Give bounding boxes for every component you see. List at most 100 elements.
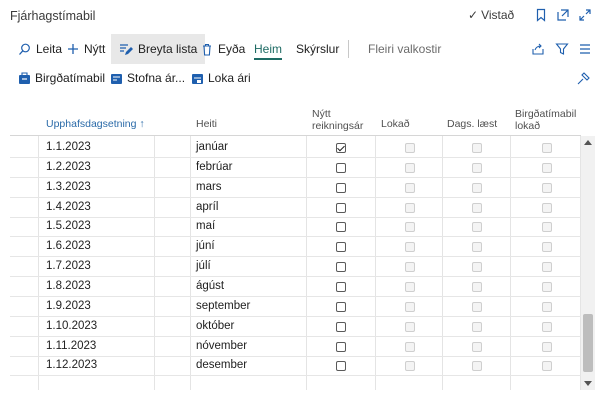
filter-icon[interactable] (555, 42, 569, 56)
name-cell[interactable]: mars (196, 181, 222, 193)
column-header-start-date[interactable]: Upphafsdagsetning ↑ (46, 118, 145, 130)
reports-label: Skýrslur (296, 42, 340, 56)
action-bar: Leita Nýtt Breyta lista Eyða Heim Skýrsl… (0, 34, 602, 64)
scroll-up-icon[interactable] (584, 140, 592, 145)
column-header-date-locked[interactable]: Dags. læst (447, 118, 497, 130)
saved-status: ✓ Vistað (468, 8, 514, 22)
table-row[interactable]: 1.5.2023 maí (10, 217, 581, 238)
column-header-new-fiscal-year-line2[interactable]: reikningsár (312, 120, 363, 132)
table-row[interactable]: 1.1.2023 janúar (10, 138, 581, 158)
table-row[interactable]: 1.12.2023 desember (10, 356, 581, 377)
tab-reports[interactable]: Skýrslur (296, 34, 339, 64)
name-cell[interactable]: desember (196, 359, 247, 371)
scroll-down-icon[interactable] (584, 381, 592, 386)
inventory-icon (19, 71, 30, 84)
name-cell[interactable]: maí (196, 220, 215, 232)
bookmark-icon[interactable] (534, 8, 548, 22)
new-fiscal-year-checkbox[interactable] (336, 301, 346, 312)
edit-list-label: Breyta lista (138, 42, 198, 56)
create-year-button[interactable]: Stofna ár... (110, 71, 185, 85)
new-button[interactable]: Nýtt (67, 34, 105, 64)
closed-checkbox (405, 341, 415, 352)
name-cell[interactable]: apríl (196, 201, 218, 213)
table-row[interactable]: 1.6.2023 júní (10, 237, 581, 258)
start-date-cell[interactable]: 1.8.2023 (46, 280, 91, 292)
new-fiscal-year-checkbox[interactable] (336, 321, 346, 332)
new-fiscal-year-checkbox[interactable] (336, 222, 346, 233)
start-date-cell[interactable]: 1.5.2023 (46, 220, 91, 232)
vertical-scrollbar[interactable] (581, 136, 595, 390)
table-row[interactable]: 1.11.2023 nóvember (10, 337, 581, 357)
search-icon (19, 43, 30, 55)
name-cell[interactable]: nóvember (196, 340, 247, 352)
name-cell[interactable]: október (196, 320, 234, 332)
name-cell[interactable]: júní (196, 240, 215, 252)
column-header-new-fiscal-year-line1[interactable]: Nýtt (312, 108, 331, 120)
edit-list-button[interactable]: Breyta lista (111, 34, 206, 64)
inventory-closed-checkbox (542, 242, 552, 253)
column-header-closed[interactable]: Lokað (381, 118, 410, 130)
inventory-closed-checkbox (542, 202, 552, 213)
inventory-closed-checkbox (542, 182, 552, 193)
start-date-cell[interactable]: 1.4.2023 (46, 201, 91, 213)
closed-checkbox (405, 361, 415, 372)
table-row[interactable]: 1.7.2023 júlí (10, 257, 581, 278)
column-header-inventory-closed-line2[interactable]: lokað (515, 120, 540, 132)
name-cell[interactable]: júlí (196, 260, 211, 272)
column-header-inventory-closed-line1[interactable]: Birgðatímabil (515, 108, 576, 120)
start-date-cell[interactable]: 1.10.2023 (46, 320, 97, 332)
start-date-cell[interactable]: 1.11.2023 (46, 340, 96, 352)
edit-list-icon (120, 43, 133, 55)
name-cell[interactable]: september (196, 300, 250, 312)
more-options-button[interactable]: Fleiri valkostir (368, 34, 441, 64)
close-year-label: Loka ári (208, 71, 251, 85)
search-button[interactable]: Leita (18, 34, 62, 64)
delete-button[interactable]: Eyða (201, 34, 245, 64)
expand-icon[interactable] (578, 8, 592, 22)
start-date-cell[interactable]: 1.3.2023 (46, 181, 91, 193)
table-row[interactable]: 1.2.2023 febrúar (10, 158, 581, 178)
table-row[interactable]: 1.10.2023 október (10, 317, 581, 337)
new-fiscal-year-checkbox[interactable] (336, 182, 346, 193)
start-date-cell[interactable]: 1.7.2023 (46, 260, 91, 272)
open-in-new-window-icon[interactable] (556, 8, 570, 22)
title-bar: Fjárhagstímabil ✓ Vistað (0, 0, 602, 34)
name-cell[interactable]: janúar (196, 141, 228, 153)
inventory-period-button[interactable]: Birgðatímabil (18, 71, 105, 85)
new-fiscal-year-checkbox[interactable] (336, 262, 346, 273)
calendar-add-icon (111, 73, 122, 84)
new-fiscal-year-checkbox[interactable] (336, 143, 346, 153)
page-title: Fjárhagstímabil (10, 9, 96, 23)
closed-checkbox (405, 242, 415, 253)
name-cell[interactable]: ágúst (196, 280, 224, 292)
scroll-thumb[interactable] (583, 314, 593, 372)
table-row[interactable]: 1.4.2023 apríl (10, 198, 581, 218)
list-view-icon[interactable] (578, 42, 592, 56)
personalize-icon[interactable] (576, 72, 590, 89)
table-row[interactable]: 1.8.2023 ágúst (10, 277, 581, 297)
table-row[interactable]: 1.3.2023 mars (10, 178, 581, 198)
close-year-button[interactable]: Loka ári (191, 71, 251, 85)
start-date-cell[interactable]: 1.12.2023 (46, 359, 97, 371)
start-date-cell[interactable]: 1.1.2023 (46, 141, 91, 153)
column-header-name[interactable]: Heiti (196, 118, 217, 130)
tab-home[interactable]: Heim (254, 38, 283, 60)
new-fiscal-year-checkbox[interactable] (336, 162, 346, 173)
share-icon[interactable] (531, 42, 545, 56)
start-date-cell[interactable]: 1.6.2023 (46, 240, 91, 252)
check-icon: ✓ (468, 8, 479, 22)
table-row[interactable]: 1.9.2023 september (10, 297, 581, 317)
calendar-lock-icon (192, 73, 203, 84)
start-date-cell[interactable]: 1.2.2023 (46, 161, 91, 173)
start-date-cell[interactable]: 1.9.2023 (46, 300, 91, 312)
new-fiscal-year-checkbox[interactable] (336, 341, 346, 352)
new-fiscal-year-checkbox[interactable] (336, 242, 346, 253)
new-fiscal-year-checkbox[interactable] (336, 361, 346, 372)
new-fiscal-year-checkbox[interactable] (336, 281, 346, 292)
inventory-closed-checkbox (542, 361, 552, 372)
date-locked-checkbox (472, 301, 482, 312)
name-cell[interactable]: febrúar (196, 161, 232, 173)
closed-checkbox (405, 222, 415, 233)
new-fiscal-year-checkbox[interactable] (336, 202, 346, 213)
grid-header: Upphafsdagsetning ↑ Heiti Nýtt reiknings… (10, 100, 581, 136)
